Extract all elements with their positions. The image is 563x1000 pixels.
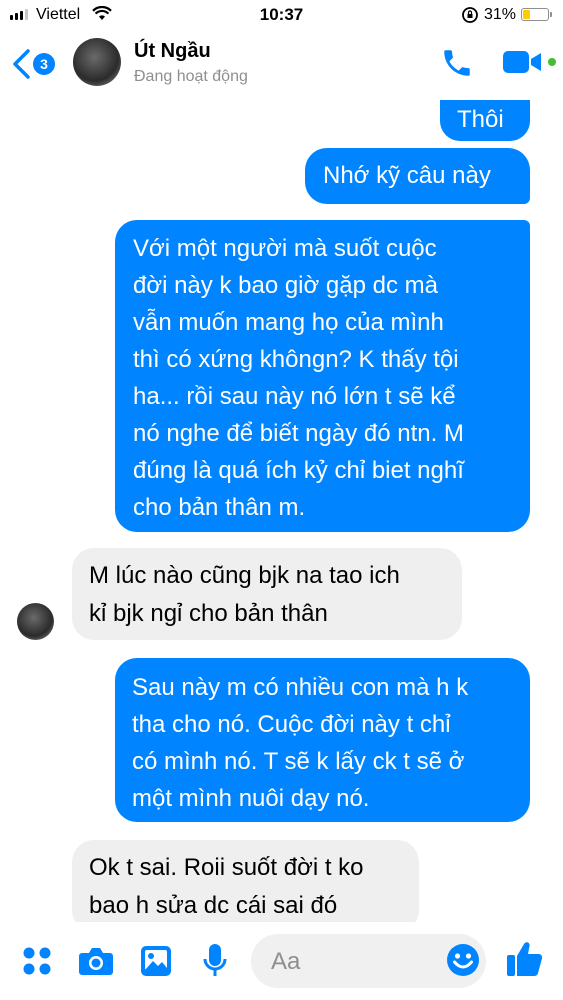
thumbs-up-icon[interactable] <box>506 940 544 983</box>
message-text-line: tha cho nó. Cuộc đời này t chỉ <box>132 711 451 738</box>
message-text-line: cho bản thân m. <box>133 494 306 521</box>
message-bubble-sent[interactable]: Nhớ kỹ câu này <box>305 148 530 204</box>
message-text-line: có mình nó. T sẽ k lấy ck t sẽ ở <box>132 748 465 775</box>
gallery-icon[interactable] <box>140 945 172 982</box>
apps-icon[interactable] <box>22 946 52 981</box>
message-text-line: Với một người mà suốt cuộc <box>133 235 437 262</box>
message-bubble-received[interactable]: Ok t sai. Roii suốt đời t ko bao h sửa d… <box>72 840 419 922</box>
message-input-placeholder: Aa <box>271 948 301 975</box>
composer-bar: Aa <box>0 922 563 1000</box>
message-text-line: thì có xứng khôngn? K thấy tội <box>133 346 459 373</box>
message-bubble-sent[interactable]: Thôi <box>440 100 530 141</box>
message-text-line: nó nghe để biết ngày đó ntn. M <box>133 420 464 447</box>
message-text-line: kỉ bjk ngỉ cho bản thân <box>89 600 328 627</box>
message-text-line: Nhớ kỹ câu này <box>323 162 491 189</box>
contact-name[interactable]: Út Ngầu <box>134 40 211 63</box>
message-bubble-sent[interactable]: Sau này m có nhiều con mà h k tha cho nó… <box>115 658 530 822</box>
contact-avatar[interactable] <box>73 38 121 86</box>
battery-icon <box>521 8 552 21</box>
online-indicator <box>548 58 556 66</box>
message-text-line: một mình nuôi dạy nó. <box>132 785 370 812</box>
camera-icon[interactable] <box>78 945 114 982</box>
message-text-line: ha... rồi sau này nó lớn t sẽ kể <box>133 383 456 410</box>
message-bubble-received[interactable]: M lúc nào cũng bjk na tao ich kỉ bjk ngỉ… <box>72 548 462 640</box>
microphone-icon[interactable] <box>203 943 227 984</box>
message-text-line: Sau này m có nhiều con mà h k <box>132 674 469 701</box>
unread-badge[interactable]: 3 <box>33 53 55 75</box>
message-text-line: Thôi <box>457 106 504 133</box>
message-text-line: M lúc nào cũng bjk na tao ich <box>89 562 400 589</box>
message-text-line: Ok t sai. Roii suốt đời t ko <box>89 854 364 881</box>
video-camera-icon[interactable] <box>502 48 544 81</box>
emoji-icon[interactable] <box>446 943 480 982</box>
message-text-line: đúng là quá ích kỷ chỉ biet nghĩ <box>133 457 464 484</box>
phone-icon[interactable] <box>440 46 474 85</box>
message-text-line: vẫn muốn mang họ của mình <box>133 309 444 336</box>
message-text-line: đời này k bao giờ gặp dc mà <box>133 272 438 299</box>
battery-percent: 31% <box>484 6 517 23</box>
sender-avatar[interactable] <box>17 603 54 640</box>
chat-header: 3 Út Ngầu Đang hoạt động <box>0 30 563 100</box>
status-bar: Viettel 10:37 31% <box>0 0 563 30</box>
message-text-line: bao h sửa dc cái sai đó <box>89 892 338 919</box>
contact-status: Đang hoạt động <box>134 68 248 85</box>
message-list[interactable]: Thôi Nhớ kỹ câu này Với một người mà suố… <box>0 100 563 922</box>
rotation-lock-icon <box>460 5 480 30</box>
back-chevron-icon[interactable] <box>10 48 32 85</box>
message-bubble-sent[interactable]: Với một người mà suốt cuộc đời này k bao… <box>115 220 530 532</box>
